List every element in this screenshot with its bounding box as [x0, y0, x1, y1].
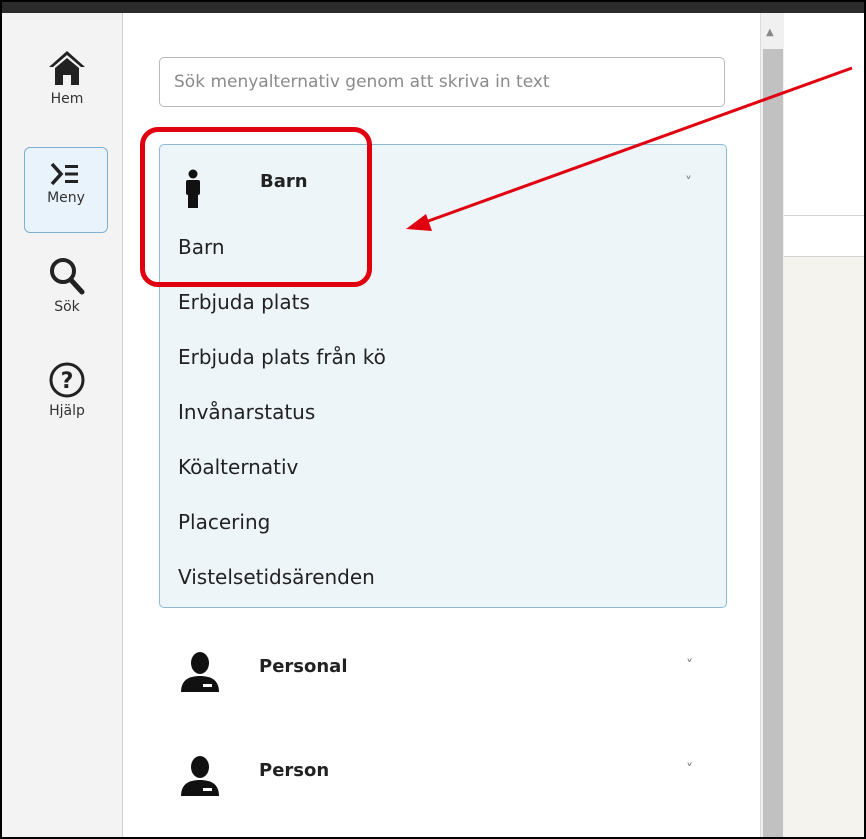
annotation-arrow — [406, 66, 853, 231]
app-window: Hem Meny Sök ? Hjälp Sök menyalternativ … — [0, 0, 866, 839]
